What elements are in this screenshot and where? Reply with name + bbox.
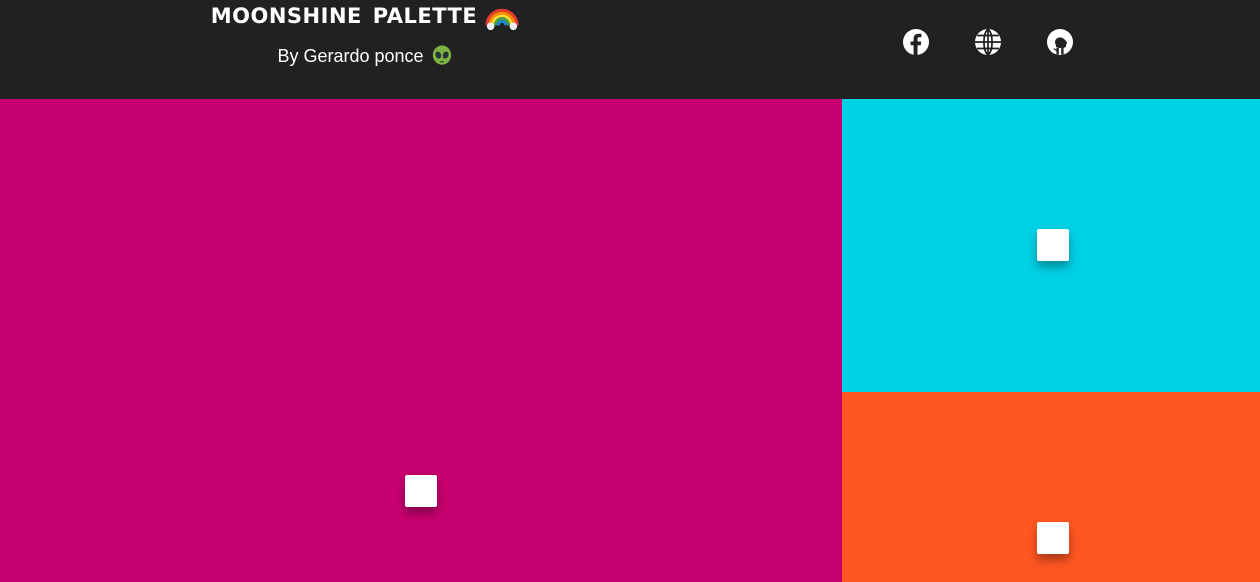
copy-color-button-top-right[interactable] xyxy=(1037,229,1069,261)
copy-color-button-bottom-right[interactable] xyxy=(1037,522,1069,554)
rainbow-icon xyxy=(485,8,519,31)
alien-icon xyxy=(432,45,451,65)
author-byline: By Gerardo ponce xyxy=(277,46,424,66)
color-swatch-primary[interactable] xyxy=(0,99,842,582)
page-title: Moonshine Palette xyxy=(210,0,478,31)
website-link[interactable] xyxy=(975,29,1001,55)
github-link[interactable] xyxy=(1047,29,1073,55)
app-header: Moonshine Palette By Gerardo ponce xyxy=(0,0,1260,99)
title-row: Moonshine Palette xyxy=(140,0,590,34)
copy-color-button-primary[interactable] xyxy=(405,475,437,507)
globe-icon xyxy=(975,29,1001,55)
github-icon xyxy=(1047,29,1073,55)
facebook-icon xyxy=(903,29,929,55)
facebook-link[interactable] xyxy=(903,29,929,55)
byline-row: By Gerardo ponce xyxy=(140,44,590,68)
